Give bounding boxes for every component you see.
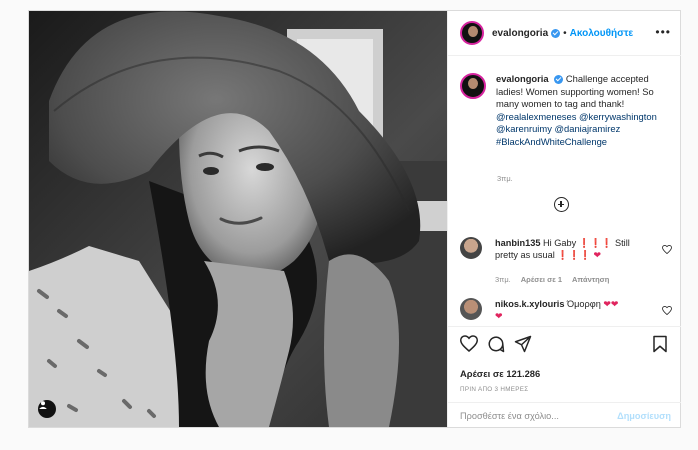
comment-username[interactable]: hanbin135 [495,238,540,248]
comment-meta: 3πμ. Αρέσει σε 1 Απάντηση [495,275,619,284]
post-comment-button[interactable]: Δημοσίευση [617,411,671,421]
comment-item: hanbin135 Hi Gaby ❗❗❗ Still pretty as us… [460,237,672,262]
verified-icon [551,28,561,38]
comment-item: nikos.k.xylouris Όμορφη ❤❤ ❤ [460,298,672,323]
caption-avatar[interactable] [460,73,486,99]
more-options-icon[interactable]: ••• [655,25,671,39]
user-tag-icon[interactable] [38,400,56,418]
comment-icon[interactable] [487,335,505,353]
share-icon[interactable] [514,335,532,353]
mention-link[interactable]: @daniajramirez [555,123,621,134]
follow-button[interactable]: Ακολουθήστε [570,28,634,39]
bookmark-icon[interactable] [652,335,668,353]
caption: evalongoria Challenge accepted ladies! W… [460,73,670,149]
exclamation-emoji: ❗❗❗ [578,238,613,248]
heart-emoji: ❤❤ [603,299,619,309]
post-header: evalongoria • Ακολουθήστε ••• [448,11,681,56]
mention-link[interactable]: @karenruimy [496,123,552,134]
heart-icon[interactable] [662,306,672,315]
reply-button[interactable]: Απάντηση [572,275,609,284]
add-comment-bar: Προσθέστε ένα σχόλιο... Δημοσίευση [448,402,681,429]
instagram-post: evalongoria • Ακολουθήστε ••• evalongori… [28,10,681,428]
header-username[interactable]: evalongoria [492,28,548,39]
comment-input[interactable]: Προσθέστε ένα σχόλιο... [460,411,559,421]
add-icon[interactable] [554,197,569,212]
separator-dot: • [563,27,567,39]
caption-text: evalongoria Challenge accepted ladies! W… [496,73,670,149]
comment-likes[interactable]: Αρέσει σε 1 [521,275,562,284]
comment-time[interactable]: 3πμ. [495,275,511,284]
heart-icon[interactable] [460,335,478,352]
verified-icon [554,75,564,85]
mention-link[interactable]: @realalexmeneses [496,111,576,122]
comment-text: hanbin135 Hi Gaby ❗❗❗ Still pretty as us… [495,237,645,262]
post-photo[interactable] [29,11,447,427]
comment-avatar[interactable] [460,237,482,259]
comment-body: Όμορφη [567,299,601,309]
heart-emoji: ❤ [593,250,602,261]
comment-username[interactable]: nikos.k.xylouris [495,299,564,309]
likes-count[interactable]: Αρέσει σε 121.286 [460,368,540,379]
comment-text: nikos.k.xylouris Όμορφη ❤❤ ❤ [495,298,645,323]
heart-emoji: ❤ [495,311,503,322]
avatar[interactable] [460,21,484,45]
hashtag-link[interactable]: #BlackAndWhiteChallenge [496,136,607,147]
caption-time[interactable]: 3πμ. [497,174,513,183]
caption-username[interactable]: evalongoria [496,73,549,84]
mention-link[interactable]: @kerrywashington [579,111,657,122]
post-actions: Αρέσει σε 121.286 ΠΡΙΝ ΑΠΟ 3 ΗΜΕΡΕΣ Προσ… [448,326,681,428]
comment-body: Hi Gaby [543,238,577,248]
post-age[interactable]: ΠΡΙΝ ΑΠΟ 3 ΗΜΕΡΕΣ [460,386,528,393]
heart-icon[interactable] [662,245,672,254]
action-icons [460,335,670,359]
comment-avatar[interactable] [460,298,482,320]
post-sidebar: evalongoria • Ακολουθήστε ••• evalongori… [447,11,681,427]
exclamation-emoji: ❗❗❗ [557,250,591,261]
photo-image [29,11,447,427]
